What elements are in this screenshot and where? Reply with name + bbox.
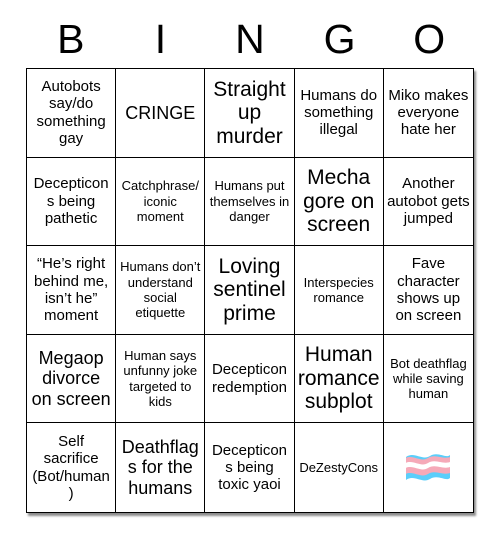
transgender-pride-flag-emoji (387, 451, 470, 485)
bingo-cell[interactable]: Decepticons being pathetic (27, 157, 117, 247)
bingo-cell[interactable]: DeZestyCons (295, 423, 384, 512)
bingo-cell[interactable] (384, 423, 473, 512)
bingo-cell[interactable]: Megaop divorce on screen (27, 334, 117, 424)
bingo-card: B I N G O Autobots say/do something gay CRING… (0, 0, 500, 544)
bingo-cell-text: Straight up murder (213, 77, 286, 148)
bingo-cell[interactable]: Humans put themselves in danger (205, 157, 295, 247)
bingo-cell[interactable]: Fave character shows up on screen (383, 246, 473, 335)
bingo-cell-text: Mecha gore on screen (303, 166, 375, 237)
bingo-cell-text: Self sacrifice (Bot/human) (32, 432, 110, 503)
bingo-cell[interactable]: Loving sentinel prime (205, 246, 295, 335)
bingo-cell-text: Another autobot gets jumped (387, 175, 470, 228)
bingo-cell[interactable]: Deathflags for the humans (116, 423, 206, 512)
bingo-grid: Autobots say/do something gay CRINGE Strai… (26, 68, 474, 513)
bingo-cell-text: Deathflags for the humans (121, 436, 199, 498)
bingo-cell-text: Human says unfunny joke targeted to kids (123, 347, 198, 409)
bingo-cell[interactable]: Humans don’t understand social etiquette (116, 246, 206, 335)
bingo-header-letter-g: G (323, 16, 356, 62)
bingo-cell[interactable]: CRINGE (116, 69, 206, 158)
bingo-header-letter-o: O (413, 16, 446, 62)
bingo-cell-text: Decepticons being toxic yaoi (211, 441, 288, 494)
bingo-cell[interactable]: Human romance subplot (294, 334, 384, 424)
bingo-cell[interactable]: Another autobot gets jumped (383, 158, 473, 247)
bingo-cell-text: Autobots say/do something gay (36, 78, 106, 148)
bingo-header-letter-n: N (235, 16, 265, 62)
bingo-cell[interactable]: Bot deathflag while saving human (383, 335, 473, 424)
bingo-cell-text: Humans put themselves in danger (209, 178, 290, 225)
bingo-header: BINGO (26, 0, 474, 62)
bingo-cell[interactable]: “He’s right behind me, isn’t he” moment (27, 246, 117, 335)
bingo-cell-text: Interspecies romance (303, 274, 374, 305)
bingo-cell-text: “He’s right behind me, isn’t he” moment (33, 255, 109, 325)
bingo-cell-text: Humans don’t understand social etiquette (120, 259, 201, 321)
bingo-cell-text: Fave character shows up on screen (395, 255, 462, 325)
bingo-header-letter-i: I (154, 16, 167, 62)
bingo-cell[interactable]: Straight up murder (205, 69, 295, 158)
bingo-cell-text: Catchphrase/ iconic moment (121, 178, 199, 225)
bingo-cell-text: Decepticons being pathetic (33, 175, 109, 228)
bingo-cell[interactable]: Miko makes everyone hate her (383, 69, 473, 158)
bingo-cell[interactable]: Decepticon redemption (205, 334, 295, 424)
bingo-cell-text: DeZestyCons (299, 460, 379, 476)
bingo-cell-text: CRINGE (125, 102, 196, 123)
bingo-cell-text: Decepticon redemption (211, 361, 288, 396)
bingo-cell[interactable]: Humans do something illegal (294, 69, 384, 158)
bingo-cell-text: Loving sentinel prime (213, 254, 286, 325)
bingo-cell-text: Miko makes everyone hate her (388, 86, 469, 139)
bingo-header-letter-b: B (57, 16, 85, 62)
bingo-cell[interactable]: Autobots say/do something gay (27, 69, 117, 158)
bingo-cell-text: Humans do something illegal (300, 86, 378, 139)
bingo-cell-text: Megaop divorce on screen (31, 347, 111, 409)
bingo-cell-text: Human romance subplot (297, 343, 380, 414)
bingo-cell[interactable]: Human says unfunny joke targeted to kids (116, 334, 206, 424)
bingo-cell[interactable]: Catchphrase/ iconic moment (116, 157, 206, 247)
bingo-cell-text: Bot deathflag while saving human (390, 355, 467, 402)
bingo-cell[interactable]: Mecha gore on screen (294, 157, 384, 247)
bingo-cell[interactable]: Decepticons being toxic yaoi (205, 423, 295, 512)
bingo-cell[interactable]: Self sacrifice (Bot/human) (27, 423, 117, 512)
bingo-cell[interactable]: Interspecies romance (294, 246, 384, 335)
